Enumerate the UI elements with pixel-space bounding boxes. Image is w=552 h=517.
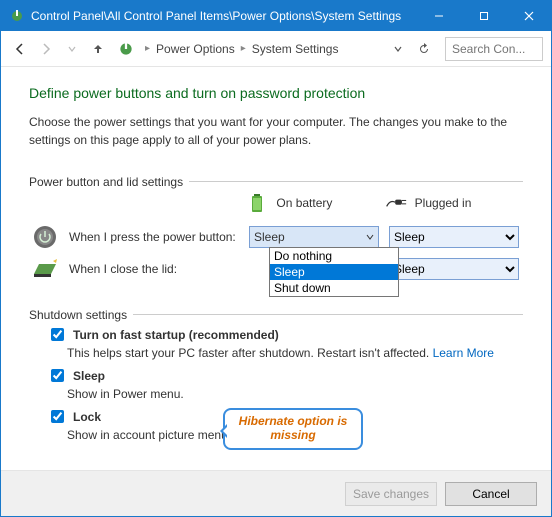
power-options-icon (9, 8, 25, 24)
annotation-callout: Hibernate option is missing (223, 408, 363, 450)
footer: Save changes Cancel (1, 470, 551, 516)
power-button-battery-dropdown: Do nothing Sleep Shut down (269, 247, 399, 297)
breadcrumb: Power Options ▸ System Settings (156, 42, 383, 56)
power-options-icon (117, 40, 135, 58)
column-headers: On battery Plugged in (29, 192, 523, 214)
chevron-right-icon[interactable]: ▸ (145, 43, 150, 54)
maximize-button[interactable] (461, 1, 506, 31)
row-label: When I close the lid: (69, 262, 177, 276)
plug-icon (385, 192, 407, 214)
close-button[interactable] (506, 1, 551, 31)
minimize-button[interactable] (416, 1, 461, 31)
page-description: Choose the power settings that you want … (29, 113, 523, 149)
up-button[interactable] (87, 38, 109, 60)
section-label: Shutdown settings (29, 308, 133, 322)
recent-dropdown[interactable] (61, 38, 83, 60)
power-button-plugged-select[interactable]: Sleep (389, 226, 519, 248)
battery-icon (246, 192, 268, 214)
power-button-battery-select[interactable]: Sleep (249, 226, 379, 248)
sleep-sub: Show in Power menu. (67, 387, 523, 401)
title-path: Control Panel\All Control Panel Items\Po… (31, 9, 416, 23)
search-input[interactable] (445, 37, 543, 61)
learn-more-link[interactable]: Learn More (433, 346, 494, 360)
breadcrumb-item[interactable]: System Settings (252, 42, 339, 56)
refresh-button[interactable] (413, 38, 435, 60)
window: Control Panel\All Control Panel Items\Po… (0, 0, 552, 517)
page-title: Define power buttons and turn on passwor… (29, 85, 523, 101)
fast-startup-checkbox[interactable]: Turn on fast startup (recommended) (47, 325, 523, 344)
dropdown-option[interactable]: Sleep (270, 264, 398, 280)
breadcrumb-item[interactable]: Power Options (156, 42, 235, 56)
fast-startup-sub: This helps start your PC faster after sh… (67, 346, 429, 360)
titlebar: Control Panel\All Control Panel Items\Po… (1, 1, 551, 31)
address-dropdown[interactable] (387, 38, 409, 60)
column-label: Plugged in (415, 196, 472, 210)
power-button-icon (29, 224, 61, 250)
toolbar: ▸ Power Options ▸ System Settings (1, 31, 551, 67)
chevron-right-icon[interactable]: ▸ (241, 43, 246, 54)
section-label: Power button and lid settings (29, 175, 189, 189)
sleep-checkbox[interactable]: Sleep (47, 366, 523, 385)
forward-button[interactable] (35, 38, 57, 60)
back-button[interactable] (9, 38, 31, 60)
lid-plugged-select[interactable]: Sleep (389, 258, 519, 280)
chevron-down-icon (366, 233, 374, 241)
cancel-button[interactable]: Cancel (445, 482, 537, 506)
column-label: On battery (276, 196, 332, 210)
row-label: When I press the power button: (69, 230, 236, 244)
lid-icon (29, 258, 61, 280)
dropdown-option[interactable]: Do nothing (270, 248, 398, 264)
save-button[interactable]: Save changes (345, 482, 437, 506)
dropdown-option[interactable]: Shut down (270, 280, 398, 296)
